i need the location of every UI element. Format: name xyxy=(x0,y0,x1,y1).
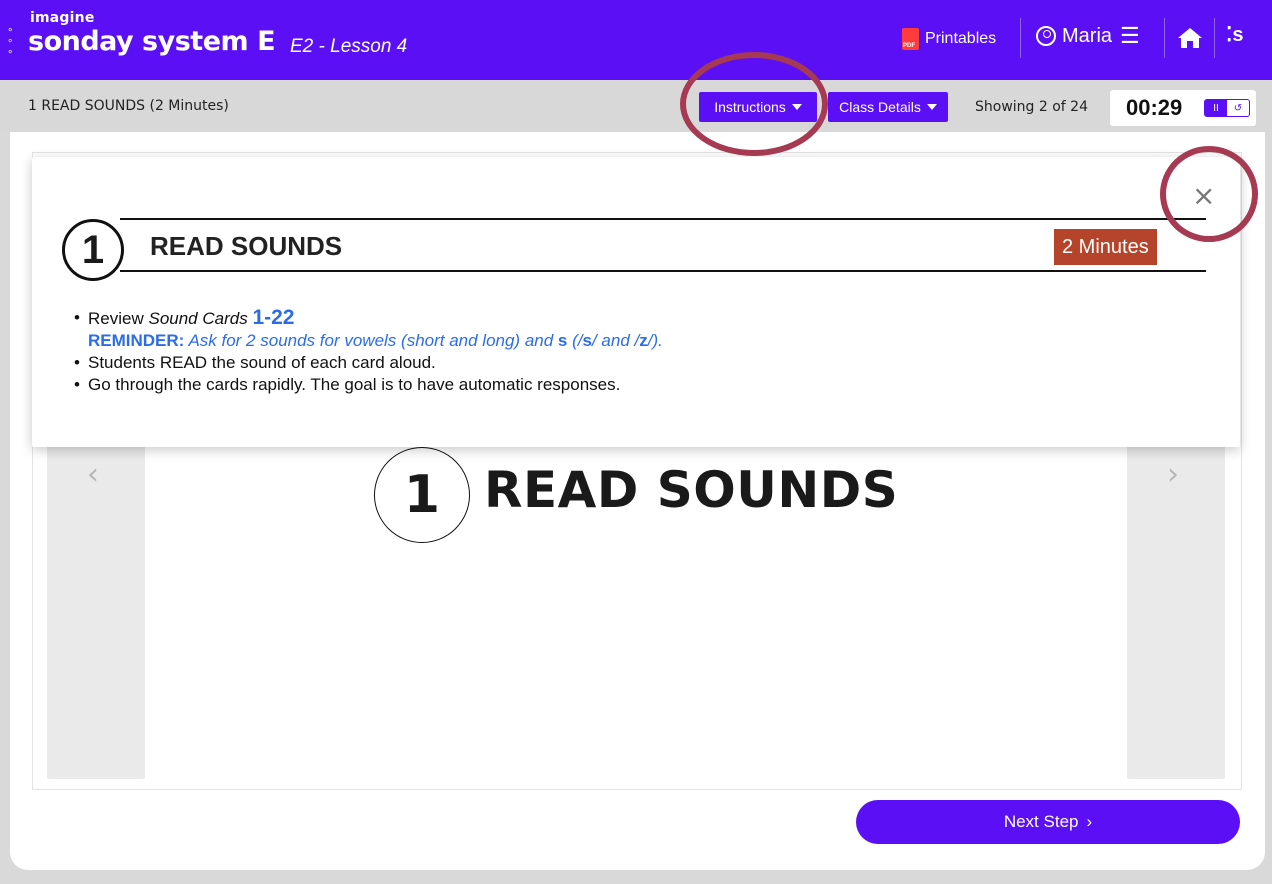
reminder-letter-s: s xyxy=(557,331,568,350)
hamburger-menu-icon[interactable]: ☰ xyxy=(1120,23,1140,49)
timer: 00:29 II ↺ xyxy=(1110,90,1256,126)
printables-button[interactable]: Printables xyxy=(902,28,996,50)
s-glyph: s xyxy=(1232,24,1244,46)
class-details-label: Class Details xyxy=(839,99,921,115)
logo-spiral-icon: ° ° ° xyxy=(8,27,13,61)
reminder-note: REMINDER: Ask for 2 sounds for vowels (s… xyxy=(70,330,663,352)
reminder-label: REMINDER: xyxy=(88,331,185,350)
user-name: Maria xyxy=(1062,24,1113,47)
next-step-label: Next Step xyxy=(1003,812,1079,831)
list-item: Go through the cards rapidly. The goal i… xyxy=(70,374,663,396)
slide-counter: Showing 2 of 24 xyxy=(975,99,1088,115)
lesson-title: E2 - Lesson 4 xyxy=(290,36,408,57)
chevron-right-icon: › xyxy=(1086,812,1093,831)
top-header: ° ° ° imagine sonday system E E2 - Lesson … xyxy=(0,0,1272,80)
sonday-s-icon[interactable]: ⁚s xyxy=(1226,22,1243,47)
reminder-punct: (/ xyxy=(572,331,583,350)
bullet-text: Review xyxy=(88,309,144,328)
header-divider xyxy=(1164,18,1165,58)
pdf-icon xyxy=(902,28,919,50)
timer-controls: II ↺ xyxy=(1204,99,1250,117)
bottom-rule xyxy=(120,270,1206,272)
instructions-label: Instructions xyxy=(714,99,786,115)
pause-icon[interactable]: II xyxy=(1205,100,1227,116)
slide-title: READ SOUNDS xyxy=(484,461,899,519)
popup-title: READ SOUNDS xyxy=(150,231,343,261)
home-icon[interactable] xyxy=(1177,26,1203,50)
duration-badge: 2 Minutes xyxy=(1054,229,1157,265)
chevron-left-icon[interactable]: ‹ xyxy=(87,457,99,492)
top-rule xyxy=(120,218,1206,220)
list-item: Review Sound Cards 1-22 xyxy=(70,307,663,330)
chevron-right-icon[interactable]: › xyxy=(1167,457,1179,492)
logo-wordmark: sonday system E xyxy=(28,26,276,57)
next-step-button[interactable]: Next Step › xyxy=(856,800,1240,844)
step-number-circle: 1 xyxy=(62,219,124,281)
logo-main-text: sonday system xyxy=(28,26,249,57)
reminder-sound-z: z xyxy=(639,331,648,350)
user-menu-button[interactable]: Maria ☰ xyxy=(1036,23,1140,49)
slide-number-circle: 1 xyxy=(374,447,470,543)
header-divider xyxy=(1020,18,1021,58)
instruction-list: Review Sound Cards 1-22 REMINDER: Ask fo… xyxy=(70,307,663,397)
list-item: Students READ the sound of each card alo… xyxy=(70,352,663,374)
close-icon[interactable]: × xyxy=(1192,179,1215,212)
instructions-button[interactable]: Instructions xyxy=(699,92,817,122)
user-icon xyxy=(1036,26,1056,46)
step-toolbar: 1 READ SOUNDS (2 Minutes) Instructions C… xyxy=(0,80,1272,132)
reminder-text: Ask for 2 sounds for vowels (short and l… xyxy=(188,331,554,350)
reminder-punct: /). xyxy=(647,331,663,350)
reminder-punct: / and / xyxy=(591,331,640,350)
step-title: 1 READ SOUNDS (2 Minutes) xyxy=(28,98,229,114)
card-range: 1-22 xyxy=(252,306,295,329)
sound-cards-text: Sound Cards xyxy=(148,309,248,328)
instructions-popup: × 1 READ SOUNDS 2 Minutes Review Sound C… xyxy=(32,157,1240,447)
reminder-sound-s: s xyxy=(582,331,592,350)
caret-down-icon xyxy=(791,104,802,110)
header-divider xyxy=(1214,18,1215,58)
logo-letter: E xyxy=(257,26,276,57)
reset-icon[interactable]: ↺ xyxy=(1227,100,1249,116)
timer-value: 00:29 xyxy=(1126,95,1183,120)
class-details-button[interactable]: Class Details xyxy=(828,92,948,122)
caret-down-icon xyxy=(926,104,937,110)
logo-imagine-text: imagine xyxy=(30,10,95,26)
printables-label: Printables xyxy=(925,30,997,47)
